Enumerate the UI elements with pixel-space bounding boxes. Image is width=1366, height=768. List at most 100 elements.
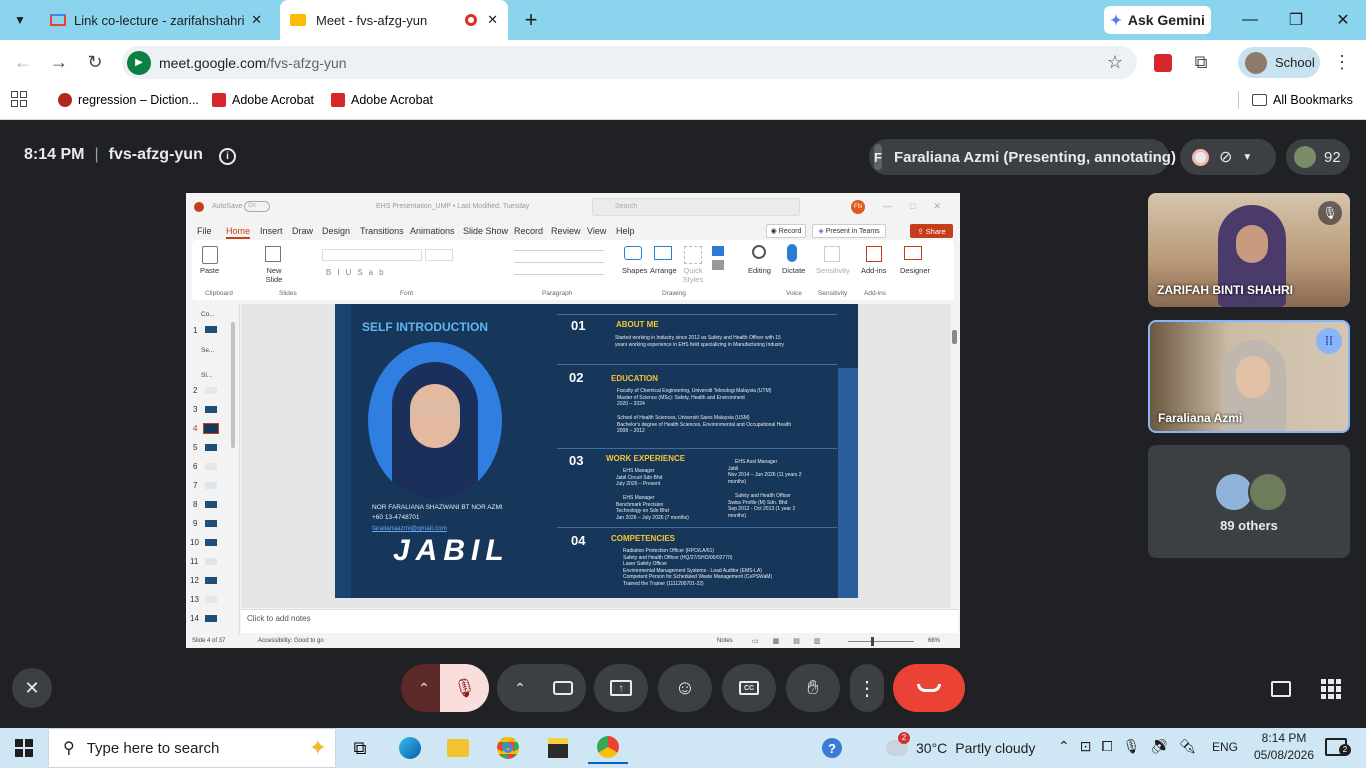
- ppt-tab-view[interactable]: View: [587, 226, 606, 236]
- thumb-number[interactable]: 4: [193, 424, 197, 433]
- thumb-section[interactable]: Se...: [201, 347, 214, 354]
- ppt-tab-animations[interactable]: Animations: [410, 226, 455, 236]
- quick-styles-button[interactable]: Quick Styles: [680, 266, 706, 284]
- slide-thumbnail[interactable]: [205, 444, 217, 451]
- companion-pin-button[interactable]: ✕: [12, 668, 52, 708]
- thumb-number[interactable]: 6: [193, 462, 197, 471]
- activities-button[interactable]: [1318, 676, 1344, 702]
- ppt-tab-transitions[interactable]: Transitions: [360, 226, 404, 236]
- notes-toggle[interactable]: Notes: [717, 638, 733, 644]
- slide-thumbnail[interactable]: [205, 539, 217, 546]
- slide-thumbnail[interactable]: [205, 387, 217, 394]
- zoom-slider[interactable]: [848, 641, 914, 642]
- ppt-tab-draw[interactable]: Draw: [292, 226, 313, 236]
- camera-options-button[interactable]: ⌃: [497, 664, 543, 712]
- zoom-thumb[interactable]: [871, 637, 874, 646]
- task-view-button[interactable]: ⧉: [340, 732, 380, 764]
- more-options-button[interactable]: ⋮: [850, 664, 884, 712]
- raise-hand-button[interactable]: ✋︎: [786, 664, 840, 712]
- thumb-number[interactable]: 1: [193, 326, 197, 335]
- shapes-button[interactable]: Shapes: [622, 266, 647, 275]
- ppt-tab-slideshow[interactable]: Slide Show: [463, 226, 508, 236]
- close-icon[interactable]: ✕: [251, 12, 262, 28]
- thumb-section[interactable]: Sl...: [201, 372, 212, 379]
- bookmark-item[interactable]: Adobe Acrobat: [331, 91, 433, 109]
- apps-grid-icon[interactable]: [11, 91, 27, 107]
- clock-date[interactable]: 05/08/2026: [1246, 748, 1322, 762]
- ppt-tab-help[interactable]: Help: [616, 226, 635, 236]
- ask-gemini-button[interactable]: ✦ Ask Gemini: [1104, 6, 1211, 34]
- others-tile[interactable]: 89 others: [1148, 445, 1350, 558]
- ppt-tab-file[interactable]: File: [197, 226, 212, 236]
- ppt-tab-home[interactable]: Home: [226, 226, 251, 239]
- bookmark-item[interactable]: regression – Diction...: [58, 91, 199, 109]
- address-bar[interactable]: ▶ meet.google.com/fvs-afzg-yun ☆: [122, 46, 1137, 79]
- weather-widget[interactable]: 2 30°C Partly cloudy: [886, 732, 1035, 764]
- notification-center-button[interactable]: 2: [1325, 738, 1351, 756]
- acrobat-extension-icon[interactable]: [1154, 54, 1172, 72]
- paragraph-buttons[interactable]: [514, 246, 604, 286]
- start-button[interactable]: [4, 732, 44, 764]
- thumb-number[interactable]: 12: [190, 576, 199, 585]
- notes-pane[interactable]: [241, 609, 958, 633]
- thumb-number[interactable]: 14: [190, 614, 199, 623]
- help-taskbar-icon[interactable]: ?: [812, 732, 852, 764]
- ppt-record-button[interactable]: ◉ Record: [766, 224, 806, 238]
- zoom-level[interactable]: 68%: [928, 638, 940, 644]
- person-email[interactable]: faralianaazmi@gmail.com: [372, 525, 447, 532]
- thumb-section[interactable]: Co...: [201, 311, 215, 318]
- add-ins-button[interactable]: Add-ins: [861, 266, 886, 275]
- participants-button[interactable]: 92: [1286, 139, 1350, 175]
- font-size-box[interactable]: [425, 249, 453, 261]
- ppt-tab-insert[interactable]: Insert: [260, 226, 283, 236]
- camera-toggle-button[interactable]: [540, 664, 586, 712]
- chrome-menu-button[interactable]: ⋮: [1328, 48, 1356, 76]
- slide-thumbnail[interactable]: [205, 482, 217, 489]
- ppt-tab-review[interactable]: Review: [551, 226, 581, 236]
- ppt-tab-record[interactable]: Record: [514, 226, 543, 236]
- language-indicator[interactable]: ENG: [1212, 740, 1238, 754]
- leave-call-button[interactable]: [893, 664, 965, 712]
- sticky-notes-taskbar-icon[interactable]: [538, 732, 578, 764]
- mic-toggle-button[interactable]: 🎙︎: [440, 664, 489, 712]
- thumb-number[interactable]: 2: [193, 386, 197, 395]
- tab-search-button[interactable]: ▼: [8, 8, 32, 32]
- thumb-scrollbar[interactable]: [231, 322, 235, 448]
- autosave-toggle[interactable]: On: [244, 201, 270, 212]
- slide-thumbnail[interactable]: [205, 501, 217, 508]
- user-avatar[interactable]: FN: [851, 200, 865, 214]
- ppt-search-input[interactable]: Search: [592, 198, 800, 216]
- close-window-button[interactable]: ✕: [1320, 0, 1366, 40]
- ppt-share-button[interactable]: ⇪ Share: [910, 224, 953, 238]
- slide-thumbnail[interactable]: [205, 520, 217, 527]
- ppt-tab-design[interactable]: Design: [322, 226, 350, 236]
- thumb-number[interactable]: 9: [193, 519, 197, 528]
- participant-tile[interactable]: 🎙 ZARIFAH BINTI SHAHRI: [1148, 193, 1350, 307]
- slide-thumbnail[interactable]: [205, 596, 217, 603]
- browser-tab-meet[interactable]: Meet - fvs-afzg-yun ✕: [280, 0, 508, 40]
- present-in-teams-button[interactable]: ◈ Present in Teams: [812, 224, 886, 238]
- current-slide[interactable]: SELF INTRODUCTION NOR FARALIANA SHAZWANI…: [335, 304, 858, 598]
- edge-taskbar-icon[interactable]: [390, 732, 430, 764]
- dictate-button[interactable]: Dictate: [782, 266, 805, 275]
- restore-button[interactable]: ❐: [1273, 0, 1319, 40]
- browser-tab-gmail[interactable]: Link co-lecture - zarifahshahri@ ✕: [40, 0, 272, 40]
- back-button[interactable]: ←: [9, 48, 37, 76]
- new-tab-button[interactable]: +: [519, 7, 543, 32]
- present-button[interactable]: ↑: [594, 664, 648, 712]
- thumb-number[interactable]: 7: [193, 481, 197, 490]
- arrange-button[interactable]: Arrange: [650, 266, 677, 275]
- captions-button[interactable]: CC: [722, 664, 776, 712]
- meeting-details-button[interactable]: i: [219, 148, 236, 165]
- chrome-profile-taskbar-icon[interactable]: [588, 732, 628, 764]
- slide-thumbnail[interactable]: [205, 326, 217, 333]
- accessibility-status[interactable]: Accessibility: Good to go: [258, 638, 324, 644]
- sensitivity-button[interactable]: Sensitivity: [816, 266, 850, 275]
- canvas-scrollbar[interactable]: [952, 330, 957, 344]
- reactions-button[interactable]: ☺: [658, 664, 712, 712]
- thumb-number[interactable]: 13: [190, 595, 199, 604]
- clock-time[interactable]: 8:14 PM: [1254, 731, 1314, 745]
- site-info-icon[interactable]: ▶: [127, 50, 151, 75]
- file-explorer-taskbar-icon[interactable]: [438, 732, 478, 764]
- thumb-number[interactable]: 3: [193, 405, 197, 414]
